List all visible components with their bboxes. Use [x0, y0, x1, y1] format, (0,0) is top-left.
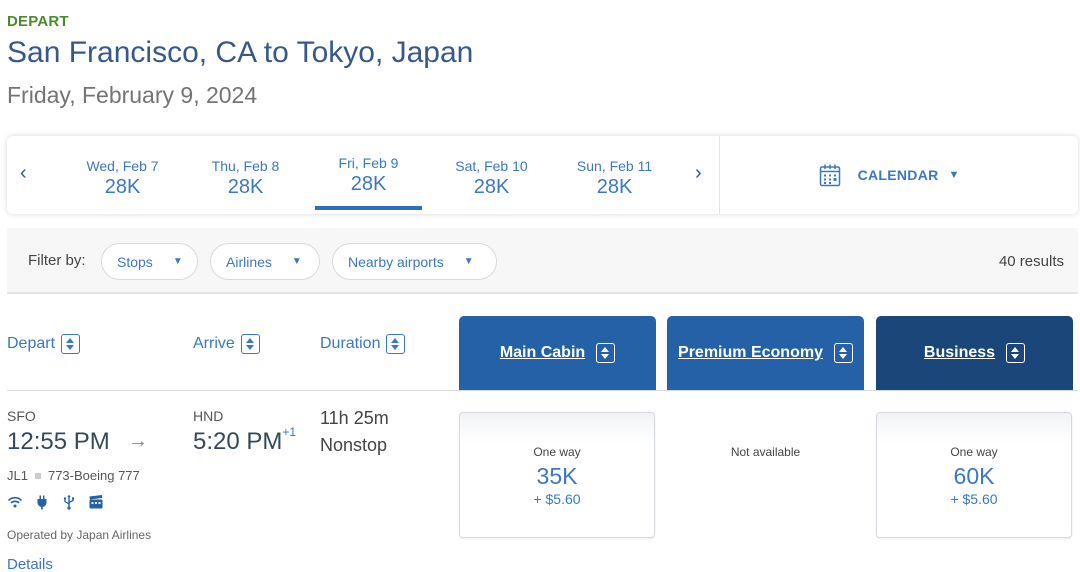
date-option-sat-feb-10[interactable]: Sat, Feb 10 28K: [430, 136, 553, 214]
depart-time: 12:55 PM: [7, 428, 110, 455]
calendar-icon: [819, 164, 840, 187]
entertainment-icon: [89, 495, 103, 509]
filter-stops-dropdown[interactable]: Stops ▼: [101, 243, 198, 280]
depart-header-label: Depart: [7, 335, 56, 352]
arrow-right-icon: →: [128, 430, 148, 452]
duration-header-label: Duration: [320, 335, 381, 352]
date-carousel: ‹ Wed, Feb 7 28K Thu, Feb 8 28K Fri, Feb…: [7, 136, 1078, 214]
fare-tax: + $5.60: [533, 491, 581, 507]
sort-icon: [596, 343, 616, 363]
date-option-thu-feb-8[interactable]: Thu, Feb 8 28K: [184, 136, 307, 214]
date-price: 28K: [596, 176, 633, 198]
arrive-time-group: 5:20 PM+1: [193, 425, 297, 456]
date-label: Sat, Feb 10: [455, 158, 528, 174]
date-list: Wed, Feb 7 28K Thu, Feb 8 28K Fri, Feb 9…: [61, 136, 676, 214]
main-cabin-fare-button[interactable]: One way 35K + $5.60: [459, 412, 655, 538]
date-price: 28K: [473, 176, 510, 198]
premium-economy-not-available: Not available: [730, 445, 801, 459]
caret-down-icon: ▼: [291, 256, 302, 267]
date-nav: ‹ Wed, Feb 7 28K Thu, Feb 8 28K Fri, Feb…: [7, 136, 720, 214]
sort-duration-header[interactable]: Duration: [320, 334, 406, 354]
caret-down-icon: ▼: [172, 256, 183, 267]
business-label: Business: [923, 344, 996, 361]
filter-nearby-airports-label: Nearby airports: [348, 253, 444, 270]
date-label: Sun, Feb 11: [576, 158, 653, 174]
usb-icon: [63, 494, 74, 510]
date-price: 28K: [350, 173, 387, 195]
header-divider: [7, 390, 1078, 391]
filter-label: Filter by:: [28, 252, 86, 269]
calendar-label: CALENDAR: [857, 167, 939, 183]
fare-type: One way: [533, 445, 581, 459]
next-date-arrow-icon[interactable]: ›: [695, 162, 702, 185]
route-date: Friday, February 9, 2024: [7, 82, 258, 108]
date-option-sun-feb-11[interactable]: Sun, Feb 11 28K: [553, 136, 676, 214]
results-count: 40 results: [998, 253, 1064, 270]
destination-airport: HND: [193, 408, 224, 424]
flight-duration: 11h 25m: [320, 408, 389, 428]
sort-icon: [61, 334, 81, 354]
flight-info: JL1 773-Boeing 777: [7, 468, 140, 483]
calendar-button[interactable]: CALENDAR ▼: [720, 136, 1078, 214]
amenities: [7, 494, 104, 510]
business-fare-button[interactable]: One way 60K + $5.60: [876, 412, 1072, 538]
main-cabin-header[interactable]: Main Cabin: [459, 316, 656, 390]
filter-airlines-dropdown[interactable]: Airlines ▼: [210, 243, 320, 280]
prev-date-arrow-icon[interactable]: ‹: [20, 162, 27, 185]
operated-by: Operated by Japan Airlines: [7, 528, 152, 542]
business-header[interactable]: Business: [876, 316, 1073, 390]
details-link[interactable]: Details: [7, 556, 53, 572]
sort-arrive-header[interactable]: Arrive: [193, 334, 260, 354]
sort-icon: [1006, 343, 1026, 363]
sort-icon: [240, 334, 260, 354]
date-option-wed-feb-7[interactable]: Wed, Feb 7 28K: [61, 136, 184, 214]
main-cabin-label: Main Cabin: [499, 344, 586, 361]
fare-miles: 60K: [953, 463, 995, 489]
aircraft-type: 773-Boeing 777: [47, 468, 140, 483]
filter-nearby-airports-dropdown[interactable]: Nearby airports ▼: [332, 243, 497, 280]
filter-stops-label: Stops: [117, 253, 153, 270]
date-label: Fri, Feb 9: [338, 155, 399, 171]
date-label: Thu, Feb 8: [211, 158, 280, 174]
wifi-icon: [7, 496, 23, 508]
sort-icon: [386, 334, 406, 354]
filter-airlines-label: Airlines: [226, 253, 272, 270]
separator-square: [34, 472, 41, 479]
fare-tax: + $5.60: [950, 491, 998, 507]
day-offset: +1: [282, 425, 297, 439]
caret-down-icon: ▼: [948, 169, 960, 181]
caret-down-icon: ▼: [463, 256, 474, 267]
date-price: 28K: [227, 176, 264, 198]
filter-bar: Filter by: Stops ▼ Airlines ▼ Nearby air…: [7, 228, 1078, 294]
date-label: Wed, Feb 7: [86, 158, 159, 174]
flight-number: JL1: [7, 468, 28, 483]
sort-depart-header[interactable]: Depart: [7, 334, 81, 354]
flight-stops: Nonstop: [320, 435, 388, 455]
fare-type: One way: [950, 445, 998, 459]
premium-economy-label: Premium Economy: [678, 344, 823, 361]
origin-airport: SFO: [7, 408, 36, 424]
sort-icon: [833, 343, 853, 363]
arrive-time: 5:20 PM: [193, 428, 283, 455]
fare-miles: 35K: [536, 463, 578, 489]
date-option-fri-feb-9-selected[interactable]: Fri, Feb 9 28K: [307, 136, 430, 214]
arrive-header-label: Arrive: [193, 335, 235, 352]
power-outlet-icon: [37, 495, 47, 510]
depart-label: DEPART: [7, 13, 69, 30]
premium-economy-header[interactable]: Premium Economy: [667, 316, 864, 390]
route-title: San Francisco, CA to Tokyo, Japan: [7, 36, 474, 69]
date-price: 28K: [104, 176, 141, 198]
